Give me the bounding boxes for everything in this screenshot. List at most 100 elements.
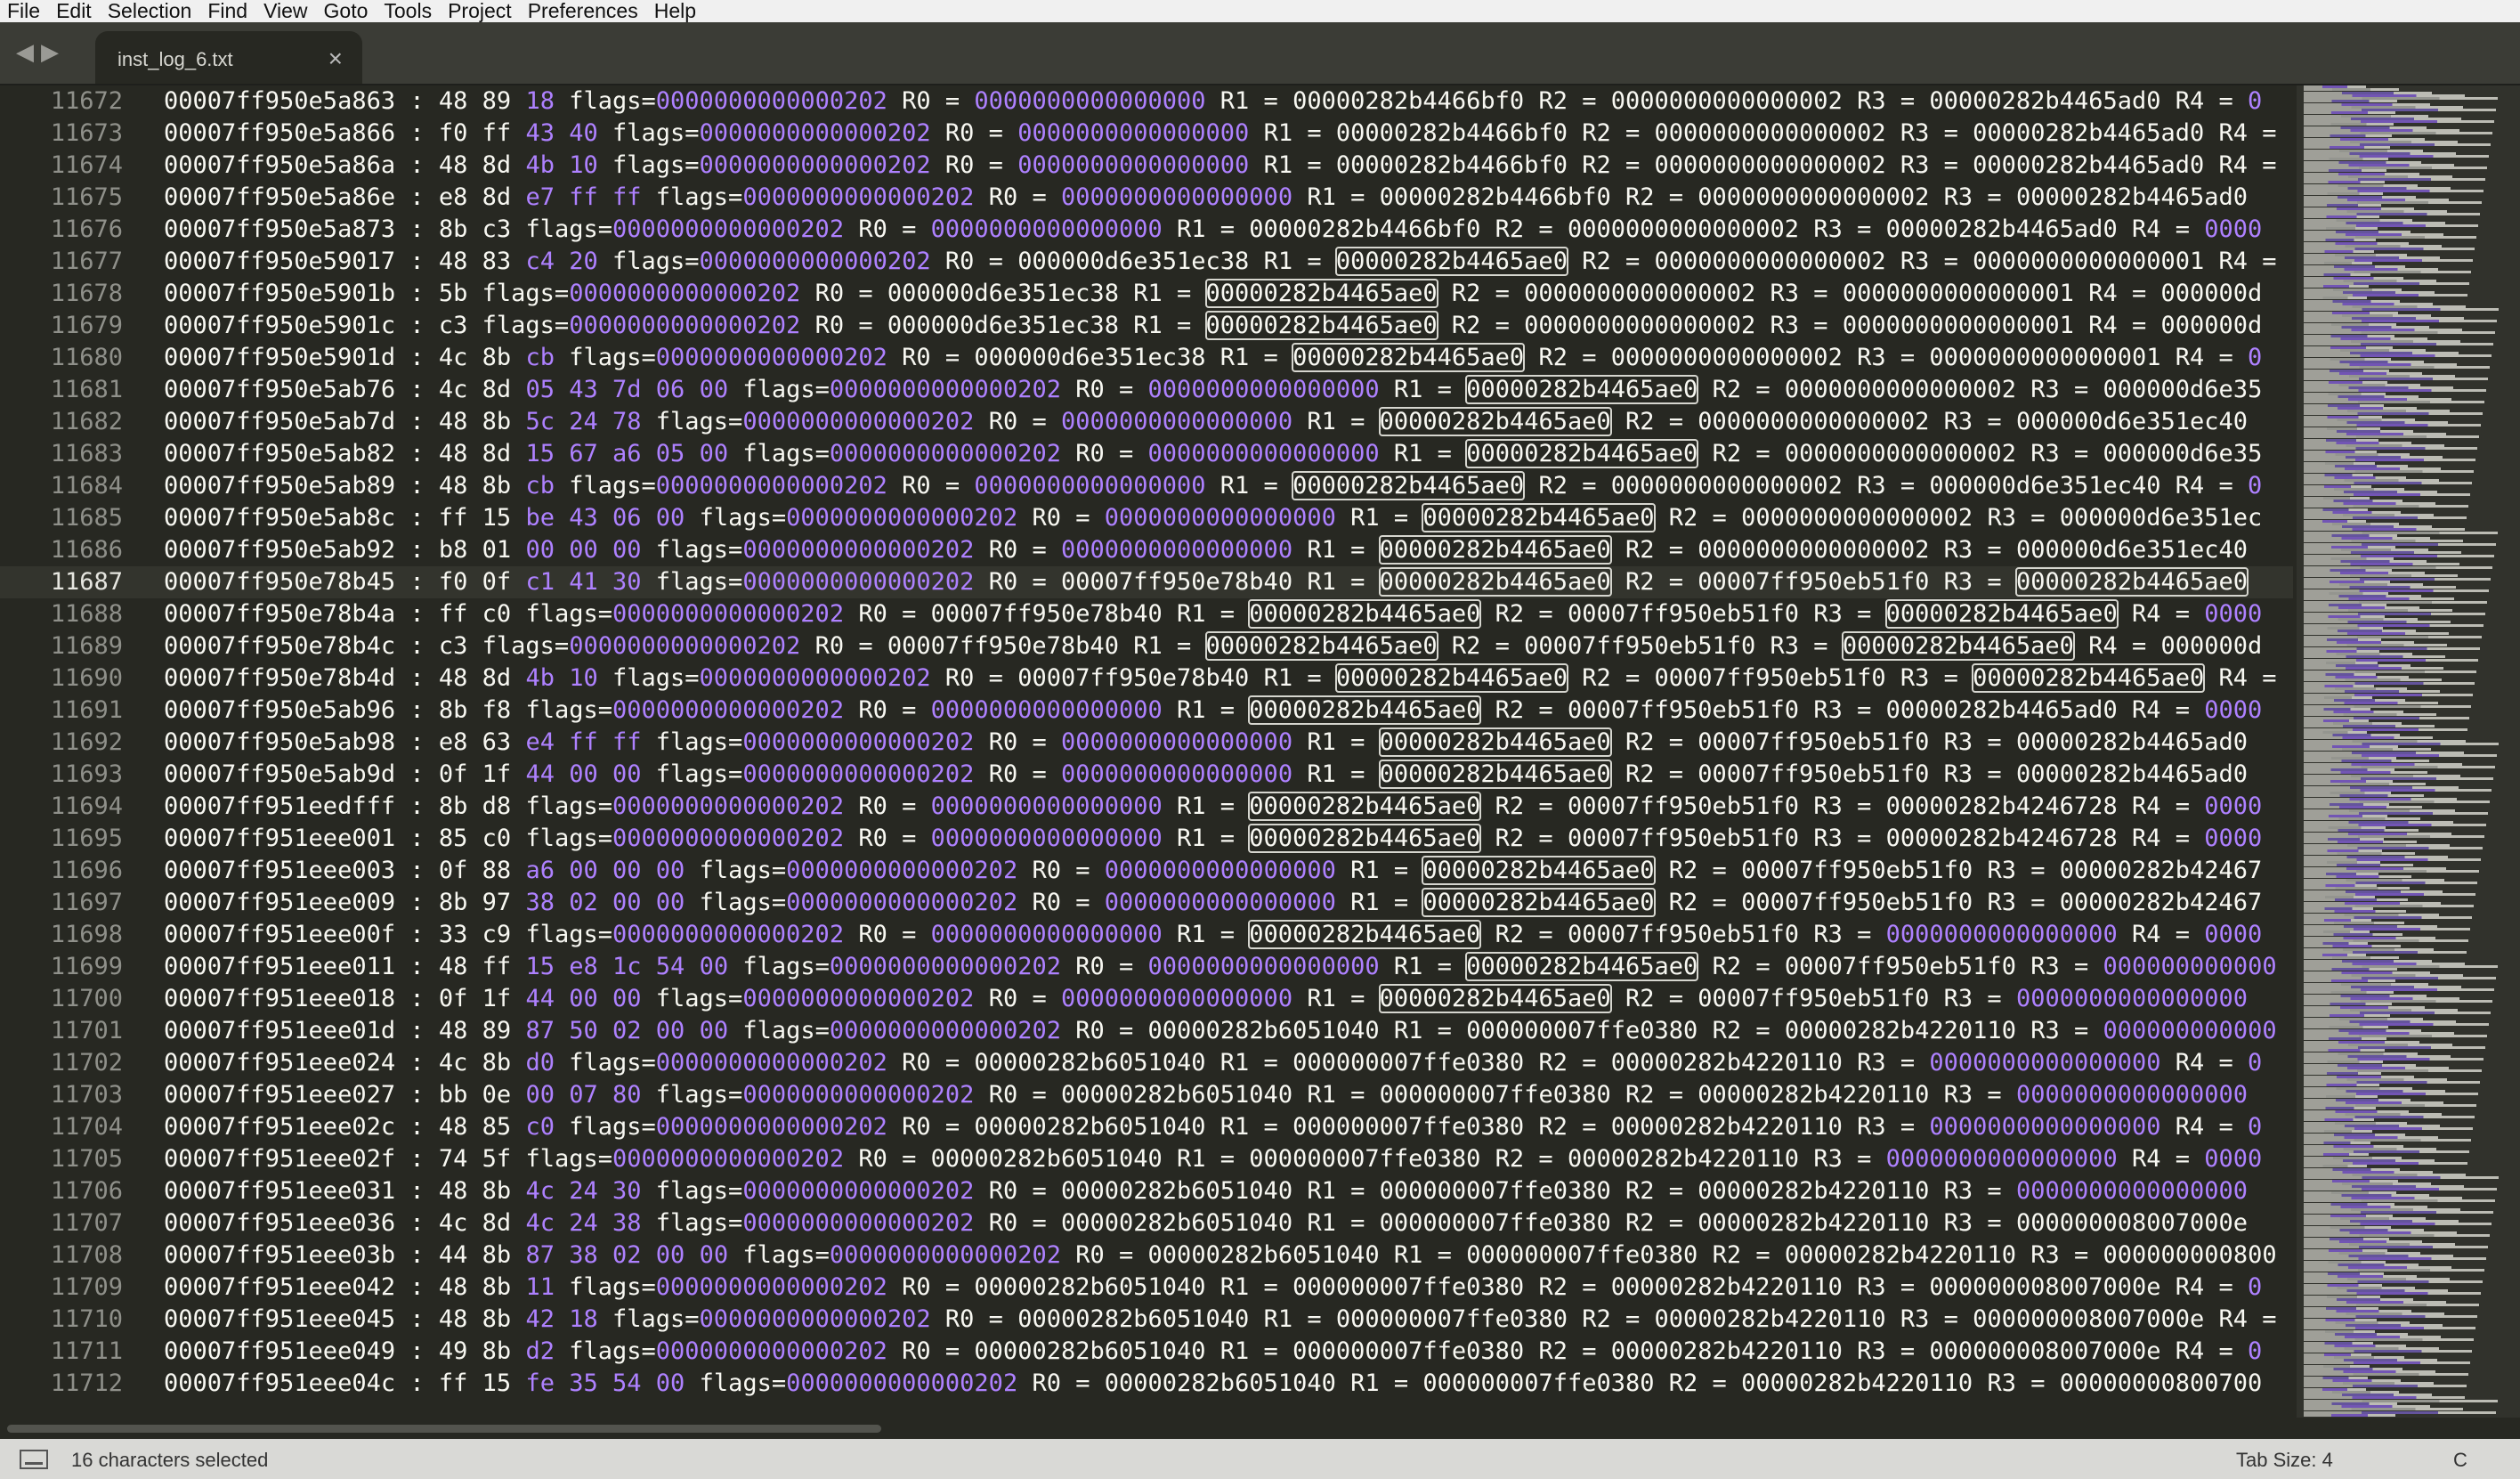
line-number: 11689 [50, 632, 123, 660]
menu-item-edit[interactable]: Edit [49, 0, 101, 22]
register-value: 00007ff950eb51f0 [1698, 760, 1930, 788]
code-line[interactable]: 11693 00007ff950e5ab9d : 0f 1f 44 00 00 f… [0, 759, 2293, 791]
opcode-byte: ff [482, 119, 512, 147]
minimap[interactable] [2297, 85, 2520, 1418]
code-line[interactable]: 11703 00007ff951eee027 : bb 0e 00 07 80 f… [0, 1079, 2293, 1111]
menu-item-goto[interactable]: Goto [317, 0, 377, 22]
syntax-selector[interactable]: C [2453, 1449, 2467, 1472]
menu-item-selection[interactable]: Selection [101, 0, 201, 22]
register-value: 0000000000000000 [1147, 376, 1380, 403]
horizontal-scrollbar[interactable] [0, 1418, 2293, 1437]
flags-value: 0000000000000202 [699, 151, 931, 179]
register-name: R0 [944, 119, 975, 147]
register-name: R1 [1219, 472, 1250, 500]
opcode-byte: e8 [438, 728, 468, 756]
code-line[interactable]: 11708 00007ff951eee03b : 44 8b 87 38 02 0… [0, 1239, 2293, 1272]
code-line[interactable]: 11680 00007ff950e5901d : 4c 8b cb flags=0… [0, 342, 2293, 374]
menu-item-find[interactable]: Find [200, 0, 256, 22]
code-line[interactable]: 11697 00007ff951eee009 : 8b 97 38 02 00 0… [0, 887, 2293, 919]
code-line[interactable]: 11684 00007ff950e5ab89 : 48 8b cb flags=0… [0, 470, 2293, 502]
code-line[interactable]: 11705 00007ff951eee02f : 74 5f flags=0000… [0, 1143, 2293, 1175]
panel-toggle-icon[interactable] [20, 1450, 48, 1469]
line-text: 00007ff950e5901c : c3 flags=000000000000… [164, 311, 2263, 340]
register-name: R3 [1943, 1177, 1973, 1205]
tab-close-icon[interactable]: × [328, 45, 343, 73]
code-line[interactable]: 11687 00007ff950e78b45 : f0 0f c1 41 30 f… [0, 566, 2293, 598]
code-line[interactable]: 11685 00007ff950e5ab8c : ff 15 be 43 06 0… [0, 502, 2293, 534]
opcode-byte: 67 [569, 440, 598, 467]
opcode-byte: ff [612, 183, 642, 211]
code-line[interactable]: 11683 00007ff950e5ab82 : 48 8d 15 67 a6 0… [0, 438, 2293, 470]
register-name: R0 [814, 280, 845, 307]
code-line[interactable]: 11672 00007ff950e5a863 : 48 89 18 flags=0… [0, 85, 2293, 118]
line-number: 11685 [50, 504, 123, 532]
menu-item-help[interactable]: Help [647, 0, 705, 22]
code-line[interactable]: 11698 00007ff951eee00f : 33 c9 flags=0000… [0, 919, 2293, 951]
code-line[interactable]: 11690 00007ff950e78b4d : 48 8d 4b 10 flag… [0, 662, 2293, 695]
register-value: 000000d [2160, 312, 2263, 339]
code-line[interactable]: 11673 00007ff950e5a866 : f0 ff 43 40 flag… [0, 118, 2293, 150]
code-line[interactable]: 11678 00007ff950e5901b : 5b flags=0000000… [0, 278, 2293, 310]
code-line[interactable]: 11695 00007ff951eee001 : 85 c0 flags=0000… [0, 823, 2293, 855]
instr-address: 00007ff950e5901b [164, 280, 396, 307]
code-line[interactable]: 11689 00007ff950e78b4c : c3 flags=0000000… [0, 630, 2293, 662]
code-line[interactable]: 11674 00007ff950e5a86a : 48 8d 4b 10 flag… [0, 150, 2293, 182]
opcode-byte: 48 [438, 1177, 468, 1205]
code-line[interactable]: 11709 00007ff951eee042 : 48 8b 11 flags=0… [0, 1272, 2293, 1304]
code-line[interactable]: 11692 00007ff950e5ab98 : e8 63 e4 ff ff f… [0, 727, 2293, 759]
opcode-byte: 48 [438, 953, 468, 980]
flags-value: 0000000000000202 [742, 760, 975, 788]
file-tab[interactable]: inst_log_6.txt × [95, 31, 362, 84]
code-line[interactable]: 11686 00007ff950e5ab92 : b8 01 00 00 00 f… [0, 534, 2293, 566]
code-line[interactable]: 11702 00007ff951eee024 : 4c 8b d0 flags=0… [0, 1047, 2293, 1079]
opcode-byte: 48 [438, 87, 468, 115]
code-line[interactable]: 11682 00007ff950e5ab7d : 48 8b 5c 24 78 f… [0, 406, 2293, 438]
nav-back-icon[interactable]: ◀ [16, 38, 34, 66]
register-name: R0 [902, 1049, 931, 1077]
flags-value: 0000000000000202 [742, 568, 975, 596]
menu-item-project[interactable]: Project [441, 0, 521, 22]
line-number: 11708 [50, 1241, 123, 1269]
editor-text-area[interactable]: 11672 00007ff950e5a863 : 48 89 18 flags=0… [0, 85, 2293, 1418]
code-line[interactable]: 11710 00007ff951eee045 : 48 8b 42 18 flag… [0, 1304, 2293, 1336]
code-line[interactable]: 11675 00007ff950e5a86e : e8 8d e7 ff ff f… [0, 182, 2293, 214]
code-line[interactable]: 11699 00007ff951eee011 : 48 ff 15 e8 1c 5… [0, 951, 2293, 983]
code-line[interactable]: 11676 00007ff950e5a873 : 8b c3 flags=0000… [0, 214, 2293, 246]
code-line[interactable]: 11677 00007ff950e59017 : 48 83 c4 20 flag… [0, 246, 2293, 278]
code-line[interactable]: 11704 00007ff951eee02c : 48 85 c0 flags=0… [0, 1111, 2293, 1143]
line-number: 11692 [50, 728, 123, 756]
opcode-byte: 48 [438, 248, 468, 275]
register-value: 00000282b4465ad0 [1885, 215, 2118, 243]
opcode-byte: 1f [482, 985, 512, 1012]
line-number: 11712 [50, 1369, 123, 1397]
code-line[interactable]: 11712 00007ff951eee04c : ff 15 fe 35 54 0… [0, 1368, 2293, 1400]
nav-forward-icon[interactable]: ▶ [41, 38, 59, 66]
code-line[interactable]: 11701 00007ff951eee01d : 48 89 87 50 02 0… [0, 1015, 2293, 1047]
opcode-byte: 4c [525, 1177, 555, 1205]
menu-item-tools[interactable]: Tools [377, 0, 441, 22]
register-value: 0000000000000000 [1929, 1049, 2161, 1077]
code-line[interactable]: 11679 00007ff950e5901c : c3 flags=0000000… [0, 310, 2293, 342]
register-value: 0000000000000000 [1060, 536, 1293, 564]
menu-item-file[interactable]: File [0, 0, 49, 22]
horizontal-scrollbar-thumb[interactable] [7, 1425, 881, 1433]
register-value: 0000000000000002 [1698, 536, 1930, 564]
code-line[interactable]: 11700 00007ff951eee018 : 0f 1f 44 00 00 f… [0, 983, 2293, 1015]
code-line[interactable]: 11691 00007ff950e5ab96 : 8b f8 flags=0000… [0, 695, 2293, 727]
instr-address: 00007ff951eee00f [164, 921, 396, 948]
code-line[interactable]: 11707 00007ff951eee036 : 4c 8d 4c 24 38 f… [0, 1207, 2293, 1239]
opcode-byte: 35 [569, 1369, 598, 1397]
tab-size-selector[interactable]: Tab Size: 4 [2236, 1449, 2333, 1472]
code-line[interactable]: 11696 00007ff951eee003 : 0f 88 a6 00 00 0… [0, 855, 2293, 887]
register-name: R1 [1177, 825, 1206, 852]
code-line[interactable]: 11681 00007ff950e5ab76 : 4c 8d 05 43 7d 0… [0, 374, 2293, 406]
code-line[interactable]: 11706 00007ff951eee031 : 48 8b 4c 24 30 f… [0, 1175, 2293, 1207]
code-line[interactable]: 11694 00007ff951eedfff : 8b d8 flags=0000… [0, 791, 2293, 823]
menu-item-view[interactable]: View [256, 0, 316, 22]
opcode-byte: 85 [482, 1113, 512, 1141]
code-line[interactable]: 11711 00007ff951eee049 : 49 8b d2 flags=0… [0, 1336, 2293, 1368]
menu-item-preferences[interactable]: Preferences [521, 0, 647, 22]
register-value: 00000282b6051040 [1104, 1369, 1336, 1397]
minimap-viewport[interactable] [2297, 85, 2520, 1418]
code-line[interactable]: 11688 00007ff950e78b4a : ff c0 flags=0000… [0, 598, 2293, 630]
